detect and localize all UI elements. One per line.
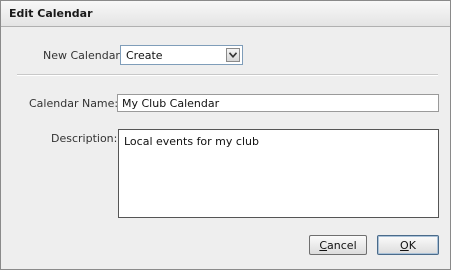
chevron-down-icon[interactable]	[226, 48, 240, 62]
cancel-button-label: ancel	[327, 238, 357, 252]
dialog-title: Edit Calendar	[9, 7, 93, 20]
edit-calendar-dialog: Edit Calendar New Calendar: Create Calen…	[0, 0, 451, 270]
calendar-name-label: Calendar Name:	[29, 97, 119, 110]
description-textarea[interactable]: Local events for my club	[118, 129, 439, 218]
dialog-title-bar[interactable]: Edit Calendar	[1, 1, 450, 27]
section-divider	[17, 74, 438, 76]
ok-button[interactable]: OK	[377, 235, 439, 255]
ok-button-mnemonic: O	[400, 238, 409, 252]
new-calendar-label: New Calendar:	[43, 49, 124, 62]
chevron-down-icon-glyph	[229, 52, 237, 58]
new-calendar-select[interactable]: Create	[120, 45, 243, 65]
cancel-button[interactable]: Cancel	[309, 235, 367, 255]
description-label: Description:	[51, 132, 118, 145]
ok-button-label: K	[408, 238, 416, 252]
new-calendar-selected-value: Create	[126, 49, 163, 62]
calendar-name-input[interactable]: My Club Calendar	[117, 94, 439, 112]
cancel-button-mnemonic: C	[319, 238, 328, 252]
